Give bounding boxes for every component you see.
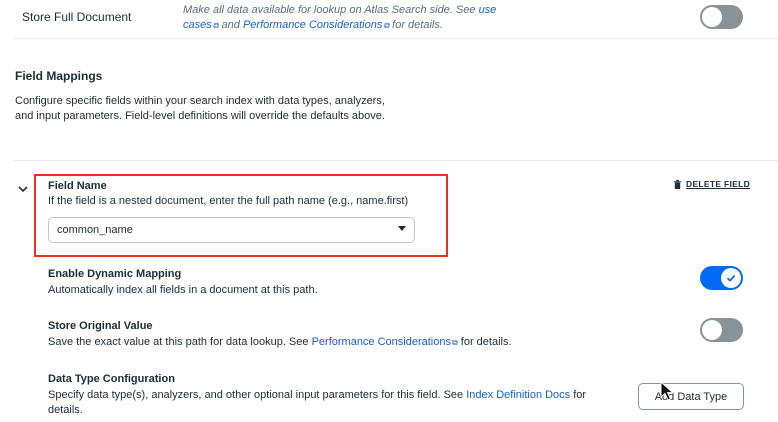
dynamic-mapping-toggle[interactable] — [700, 266, 743, 290]
performance-considerations-link[interactable]: Performance Considerations — [312, 336, 451, 348]
field-mappings-description: Configure specific fields within your se… — [15, 95, 385, 122]
trash-icon — [673, 179, 682, 189]
store-full-document-description: Make all data available for lookup on At… — [183, 3, 503, 33]
add-data-type-button[interactable]: Add Data Type — [638, 383, 744, 410]
store-original-desc-prefix: Save the exact value at this path for da… — [48, 336, 309, 348]
field-name-select[interactable]: common_name — [48, 217, 415, 243]
store-original-toggle[interactable] — [700, 318, 743, 342]
performance-considerations-link[interactable]: Performance Considerations — [243, 19, 382, 31]
field-mappings-title: Field Mappings — [15, 69, 103, 83]
toggle-knob — [702, 320, 722, 340]
data-type-config-description: Specify data type(s), analyzers, and oth… — [48, 388, 608, 418]
index-definition-docs-link[interactable]: Index Definition Docs — [466, 389, 570, 401]
store-original-title: Store Original Value — [48, 320, 153, 332]
external-link-icon: ⧉ — [212, 21, 219, 30]
store-full-document-toggle[interactable] — [700, 5, 743, 29]
chevron-down-icon[interactable] — [17, 182, 29, 194]
dynamic-mapping-title: Enable Dynamic Mapping — [48, 268, 182, 280]
check-icon — [726, 274, 736, 282]
store-original-desc-suffix: for details. — [460, 336, 512, 348]
toggle-knob — [721, 268, 741, 288]
external-link-icon: ⧉ — [451, 338, 458, 347]
toggle-knob — [702, 7, 722, 27]
data-type-desc-prefix: Specify data type(s), analyzers, and oth… — [48, 389, 464, 401]
data-type-config-title: Data Type Configuration — [48, 373, 175, 385]
delete-field-label: DELETE FIELD — [686, 179, 751, 189]
sfd-desc-and: and — [221, 19, 240, 31]
divider — [14, 160, 778, 161]
divider — [14, 38, 778, 39]
field-name-help: If the field is a nested document, enter… — [48, 195, 409, 207]
mouse-cursor-icon — [660, 380, 675, 401]
field-name-select-value: common_name — [57, 224, 133, 236]
external-link-icon: ⧉ — [383, 21, 390, 30]
sfd-desc-prefix: Make all data available for lookup on At… — [183, 4, 476, 16]
dynamic-mapping-description: Automatically index all fields in a docu… — [48, 284, 318, 296]
store-original-description: Save the exact value at this path for da… — [48, 335, 512, 350]
sfd-desc-suffix: for details. — [392, 19, 443, 31]
caret-down-icon — [398, 226, 406, 231]
delete-field-button[interactable]: DELETE FIELD — [673, 179, 750, 189]
field-name-label: Field Name — [48, 180, 107, 192]
store-full-document-label: Store Full Document — [22, 10, 132, 24]
